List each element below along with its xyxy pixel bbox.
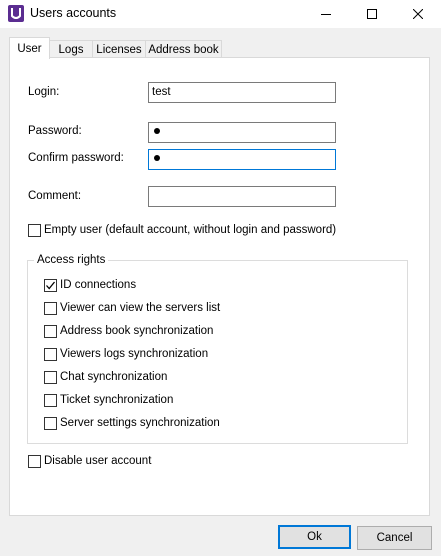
app-logo-icon: [8, 5, 24, 22]
id-connections-checkbox[interactable]: [44, 279, 57, 292]
ok-button[interactable]: Ok: [278, 525, 351, 549]
password-mask-dot: [154, 127, 160, 134]
ticket-sync-label: Ticket synchronization: [60, 394, 174, 406]
disable-account-label: Disable user account: [44, 455, 152, 467]
window-title: Users accounts: [30, 6, 117, 20]
close-button[interactable]: [395, 0, 441, 28]
maximize-button[interactable]: [349, 0, 395, 28]
comment-field[interactable]: [148, 186, 336, 207]
viewer-servers-list-checkbox[interactable]: [44, 302, 57, 315]
close-icon: [413, 9, 423, 19]
password-label: Password:: [28, 125, 82, 137]
viewer-servers-list-label: Viewer can view the servers list: [60, 302, 221, 314]
address-book-sync-label: Address book synchronization: [60, 325, 214, 337]
cancel-button[interactable]: Cancel: [357, 526, 432, 550]
viewers-logs-sync-label: Viewers logs synchronization: [60, 348, 209, 360]
empty-user-label: Empty user (default account, without log…: [44, 224, 337, 236]
title-bar: Users accounts: [0, 0, 441, 28]
minimize-icon: [321, 14, 331, 15]
chat-sync-checkbox[interactable]: [44, 371, 57, 384]
comment-label: Comment:: [28, 190, 82, 202]
id-connections-label: ID connections: [60, 279, 137, 291]
login-label: Login:: [28, 86, 60, 98]
checkmark-icon: [46, 281, 56, 290]
confirm-password-mask-dot: [154, 154, 160, 161]
empty-user-checkbox[interactable]: [28, 224, 41, 237]
minimize-button[interactable]: [303, 0, 349, 28]
chat-sync-label: Chat synchronization: [60, 371, 168, 383]
viewers-logs-sync-checkbox[interactable]: [44, 348, 57, 361]
server-settings-sync-checkbox[interactable]: [44, 417, 57, 430]
tab-user[interactable]: User: [9, 37, 50, 59]
password-field[interactable]: [148, 122, 336, 143]
login-field[interactable]: test: [148, 82, 336, 103]
confirm-password-label: Confirm password:: [28, 152, 124, 164]
access-rights-title: Access rights: [34, 254, 109, 266]
maximize-icon: [367, 9, 377, 19]
confirm-password-field[interactable]: [148, 149, 336, 170]
disable-account-checkbox[interactable]: [28, 455, 41, 468]
server-settings-sync-label: Server settings synchronization: [60, 417, 220, 429]
address-book-sync-checkbox[interactable]: [44, 325, 57, 338]
ticket-sync-checkbox[interactable]: [44, 394, 57, 407]
